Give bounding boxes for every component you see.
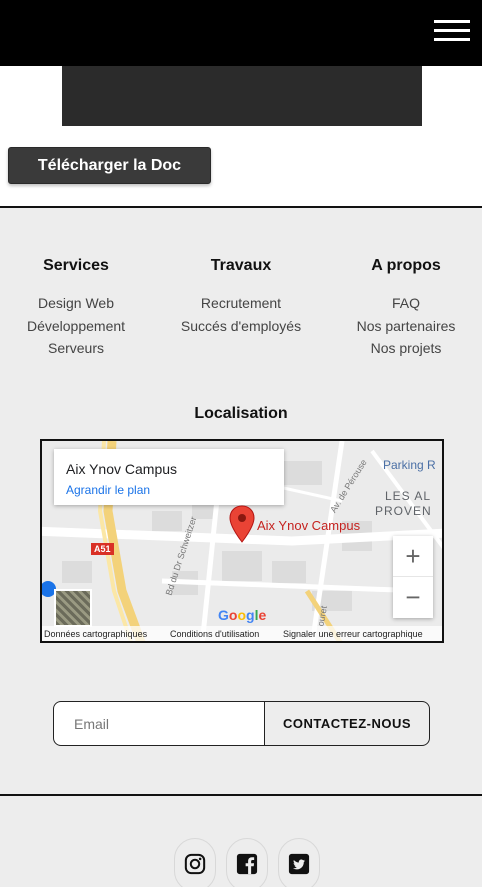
attribution-terms[interactable]: Conditions d'utilisation — [170, 629, 259, 639]
footer-divider-bottom — [0, 794, 482, 796]
twitter-icon[interactable] — [278, 838, 320, 887]
location-title: Localisation — [194, 405, 288, 422]
top-navbar — [0, 0, 482, 66]
attribution-map-data[interactable]: Données cartographiques — [44, 629, 147, 639]
column-title: Travaux — [210, 257, 272, 274]
footer-column-services: Services Design Web Développement Serveu… — [0, 256, 156, 360]
map-area-label: PROVEN — [375, 504, 432, 518]
footer-column-a-propos: A propos FAQ Nos partenaires Nos projets — [326, 256, 482, 360]
satellite-toggle[interactable] — [54, 589, 92, 627]
footer-link[interactable]: Design Web — [0, 292, 156, 315]
zoom-out-button[interactable]: − — [393, 577, 433, 618]
place-info-card: Aix Ynov Campus Agrandir le plan — [54, 449, 284, 505]
footer-link[interactable]: Serveurs — [0, 337, 156, 360]
hamburger-menu-icon[interactable] — [434, 20, 470, 42]
footer-link[interactable]: Recrutement — [161, 292, 321, 315]
facebook-icon[interactable] — [226, 838, 268, 887]
attribution-report-error[interactable]: Signaler une erreur cartographique — [283, 629, 423, 639]
footer-link[interactable]: Succés d'employés — [161, 315, 321, 338]
map-zoom-controls: + − — [393, 536, 433, 618]
zoom-in-button[interactable]: + — [393, 536, 433, 577]
map-pin-label: Aix Ynov Campus — [257, 518, 361, 533]
footer-link[interactable]: Nos projets — [326, 337, 482, 360]
footer-link[interactable]: FAQ — [326, 292, 482, 315]
contact-button[interactable]: CONTACTEZ-NOUS — [264, 701, 430, 746]
map-pin-icon[interactable] — [229, 505, 255, 543]
map-attribution-bar: Données cartographiques Conditions d'uti… — [42, 626, 442, 641]
footer-link[interactable]: Nos partenaires — [326, 315, 482, 338]
google-logo: Google — [218, 607, 267, 623]
column-title: A propos — [371, 257, 441, 274]
enlarge-map-link[interactable]: Agrandir le plan — [66, 483, 272, 497]
map-poi-parking: Parking R — [383, 458, 436, 472]
map-area-label: LES AL — [385, 489, 432, 503]
instagram-icon[interactable] — [174, 838, 216, 887]
footer-column-travaux: Travaux Recrutement Succés d'employés — [161, 256, 321, 337]
footer-link[interactable]: Développement — [0, 315, 156, 338]
place-name: Aix Ynov Campus — [66, 461, 178, 477]
contact-form: CONTACTEZ-NOUS — [53, 701, 430, 746]
email-input[interactable] — [53, 701, 265, 746]
hero-media — [62, 66, 422, 126]
download-doc-button[interactable]: Télécharger la Doc — [8, 147, 211, 184]
google-map[interactable]: Aix Ynov Campus Agrandir le plan Parking… — [40, 439, 444, 643]
footer-divider-top — [0, 206, 482, 208]
column-title: Services — [43, 257, 109, 274]
road-badge: A51 — [91, 543, 114, 555]
social-links — [0, 838, 482, 887]
